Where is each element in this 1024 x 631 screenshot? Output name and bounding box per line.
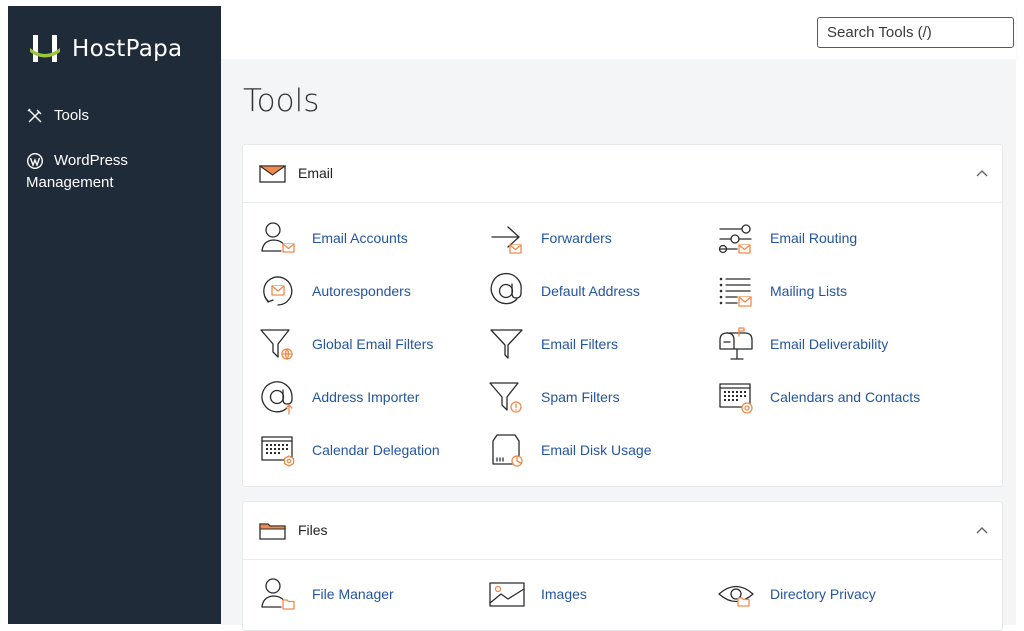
wordpress-icon bbox=[27, 153, 43, 169]
page-title: Tools bbox=[243, 83, 320, 119]
default-address-icon bbox=[490, 272, 522, 305]
email-section-header[interactable]: Email bbox=[243, 145, 1002, 203]
tool-default-address[interactable]: Default Address bbox=[488, 271, 640, 311]
mailing-lists-icon bbox=[719, 277, 752, 307]
brand-name: HostPapa bbox=[72, 36, 183, 62]
file-manager-icon bbox=[261, 578, 295, 610]
email-accounts-icon bbox=[261, 222, 295, 253]
sidebar-item-label: WordPress bbox=[54, 152, 128, 169]
tool-label: Email Accounts bbox=[312, 230, 408, 246]
tool-label: Default Address bbox=[541, 283, 640, 299]
files-section-title: Files bbox=[298, 522, 328, 538]
tool-email-accounts[interactable]: Email Accounts bbox=[259, 218, 408, 258]
tool-autoresponders[interactable]: Autoresponders bbox=[259, 271, 411, 311]
tool-file-manager[interactable]: File Manager bbox=[259, 574, 394, 614]
tool-forwarders[interactable]: Forwarders bbox=[488, 218, 612, 258]
sidebar-item-label: Tools bbox=[54, 107, 90, 124]
tool-label: Mailing Lists bbox=[770, 283, 848, 299]
tool-calendars-contacts[interactable]: Calendars and Contacts bbox=[717, 377, 920, 417]
autoresponders-icon bbox=[263, 276, 293, 306]
top-bar bbox=[221, 6, 1016, 59]
main-content: Tools Email Email Accounts Forwarders Em… bbox=[221, 59, 1016, 631]
tool-address-importer[interactable]: Address Importer bbox=[259, 377, 419, 417]
spam-filters-icon bbox=[489, 382, 522, 413]
email-section: Email Email Accounts Forwarders Email Ro… bbox=[242, 144, 1003, 487]
tool-global-email-filters[interactable]: Global Email Filters bbox=[259, 324, 433, 364]
tool-label: Autoresponders bbox=[312, 283, 411, 299]
global-email-filters-icon bbox=[260, 329, 293, 360]
tool-email-routing[interactable]: Email Routing bbox=[717, 218, 857, 258]
files-section: Files File Manager Images Directory Priv… bbox=[242, 501, 1003, 631]
tool-label: Email Routing bbox=[770, 230, 858, 246]
sidebar: HostPapa Tools WordPress Management bbox=[8, 6, 221, 624]
email-disk-usage-icon bbox=[492, 434, 523, 467]
tools-icon bbox=[27, 108, 42, 123]
images-icon bbox=[489, 582, 525, 607]
tool-directory-privacy[interactable]: Directory Privacy bbox=[717, 574, 876, 614]
search-tools-input[interactable] bbox=[817, 17, 1014, 48]
tool-label: File Manager bbox=[312, 586, 394, 602]
tool-label: Calendar Delegation bbox=[312, 442, 440, 458]
tool-mailing-lists[interactable]: Mailing Lists bbox=[717, 271, 847, 311]
sidebar-item-wordpress[interactable]: WordPress Management bbox=[26, 150, 216, 194]
tool-label: Spam Filters bbox=[541, 389, 620, 405]
hostpapa-logo[interactable]: HostPapa bbox=[28, 32, 182, 66]
tool-images[interactable]: Images bbox=[488, 574, 587, 614]
email-filters-icon bbox=[490, 329, 523, 359]
tool-label: Email Filters bbox=[541, 336, 619, 352]
tool-email-disk-usage[interactable]: Email Disk Usage bbox=[488, 430, 651, 470]
email-routing-icon bbox=[718, 224, 752, 254]
files-section-header[interactable]: Files bbox=[243, 502, 1002, 560]
tool-label: Directory Privacy bbox=[770, 586, 876, 602]
email-section-title: Email bbox=[298, 165, 334, 181]
tool-email-filters[interactable]: Email Filters bbox=[488, 324, 618, 364]
hostpapa-logo-icon bbox=[30, 35, 60, 62]
directory-privacy-icon bbox=[718, 585, 754, 607]
tool-label: Images bbox=[541, 586, 587, 602]
chevron-up-icon[interactable] bbox=[976, 526, 988, 534]
tool-label: Forwarders bbox=[541, 230, 612, 246]
folder-icon bbox=[259, 523, 286, 540]
tool-label: Global Email Filters bbox=[312, 336, 434, 352]
calendar-delegation-icon bbox=[261, 436, 295, 467]
address-importer-icon bbox=[261, 381, 293, 415]
sidebar-item-label-line2: Management bbox=[26, 174, 114, 191]
tool-label: Address Importer bbox=[312, 389, 420, 405]
sidebar-item-tools[interactable]: Tools bbox=[26, 107, 89, 125]
tool-label: Email Disk Usage bbox=[541, 442, 652, 458]
envelope-icon bbox=[259, 165, 286, 183]
chevron-up-icon[interactable] bbox=[976, 169, 988, 177]
tool-label: Calendars and Contacts bbox=[770, 389, 921, 405]
tool-email-deliverability[interactable]: Email Deliverability bbox=[717, 324, 888, 364]
tool-spam-filters[interactable]: Spam Filters bbox=[488, 377, 620, 417]
calendars-contacts-icon bbox=[719, 383, 753, 414]
forwarders-icon bbox=[491, 226, 522, 254]
tool-label: Email Deliverability bbox=[770, 336, 889, 352]
tool-calendar-delegation[interactable]: Calendar Delegation bbox=[259, 430, 440, 470]
email-deliverability-icon bbox=[719, 327, 753, 360]
